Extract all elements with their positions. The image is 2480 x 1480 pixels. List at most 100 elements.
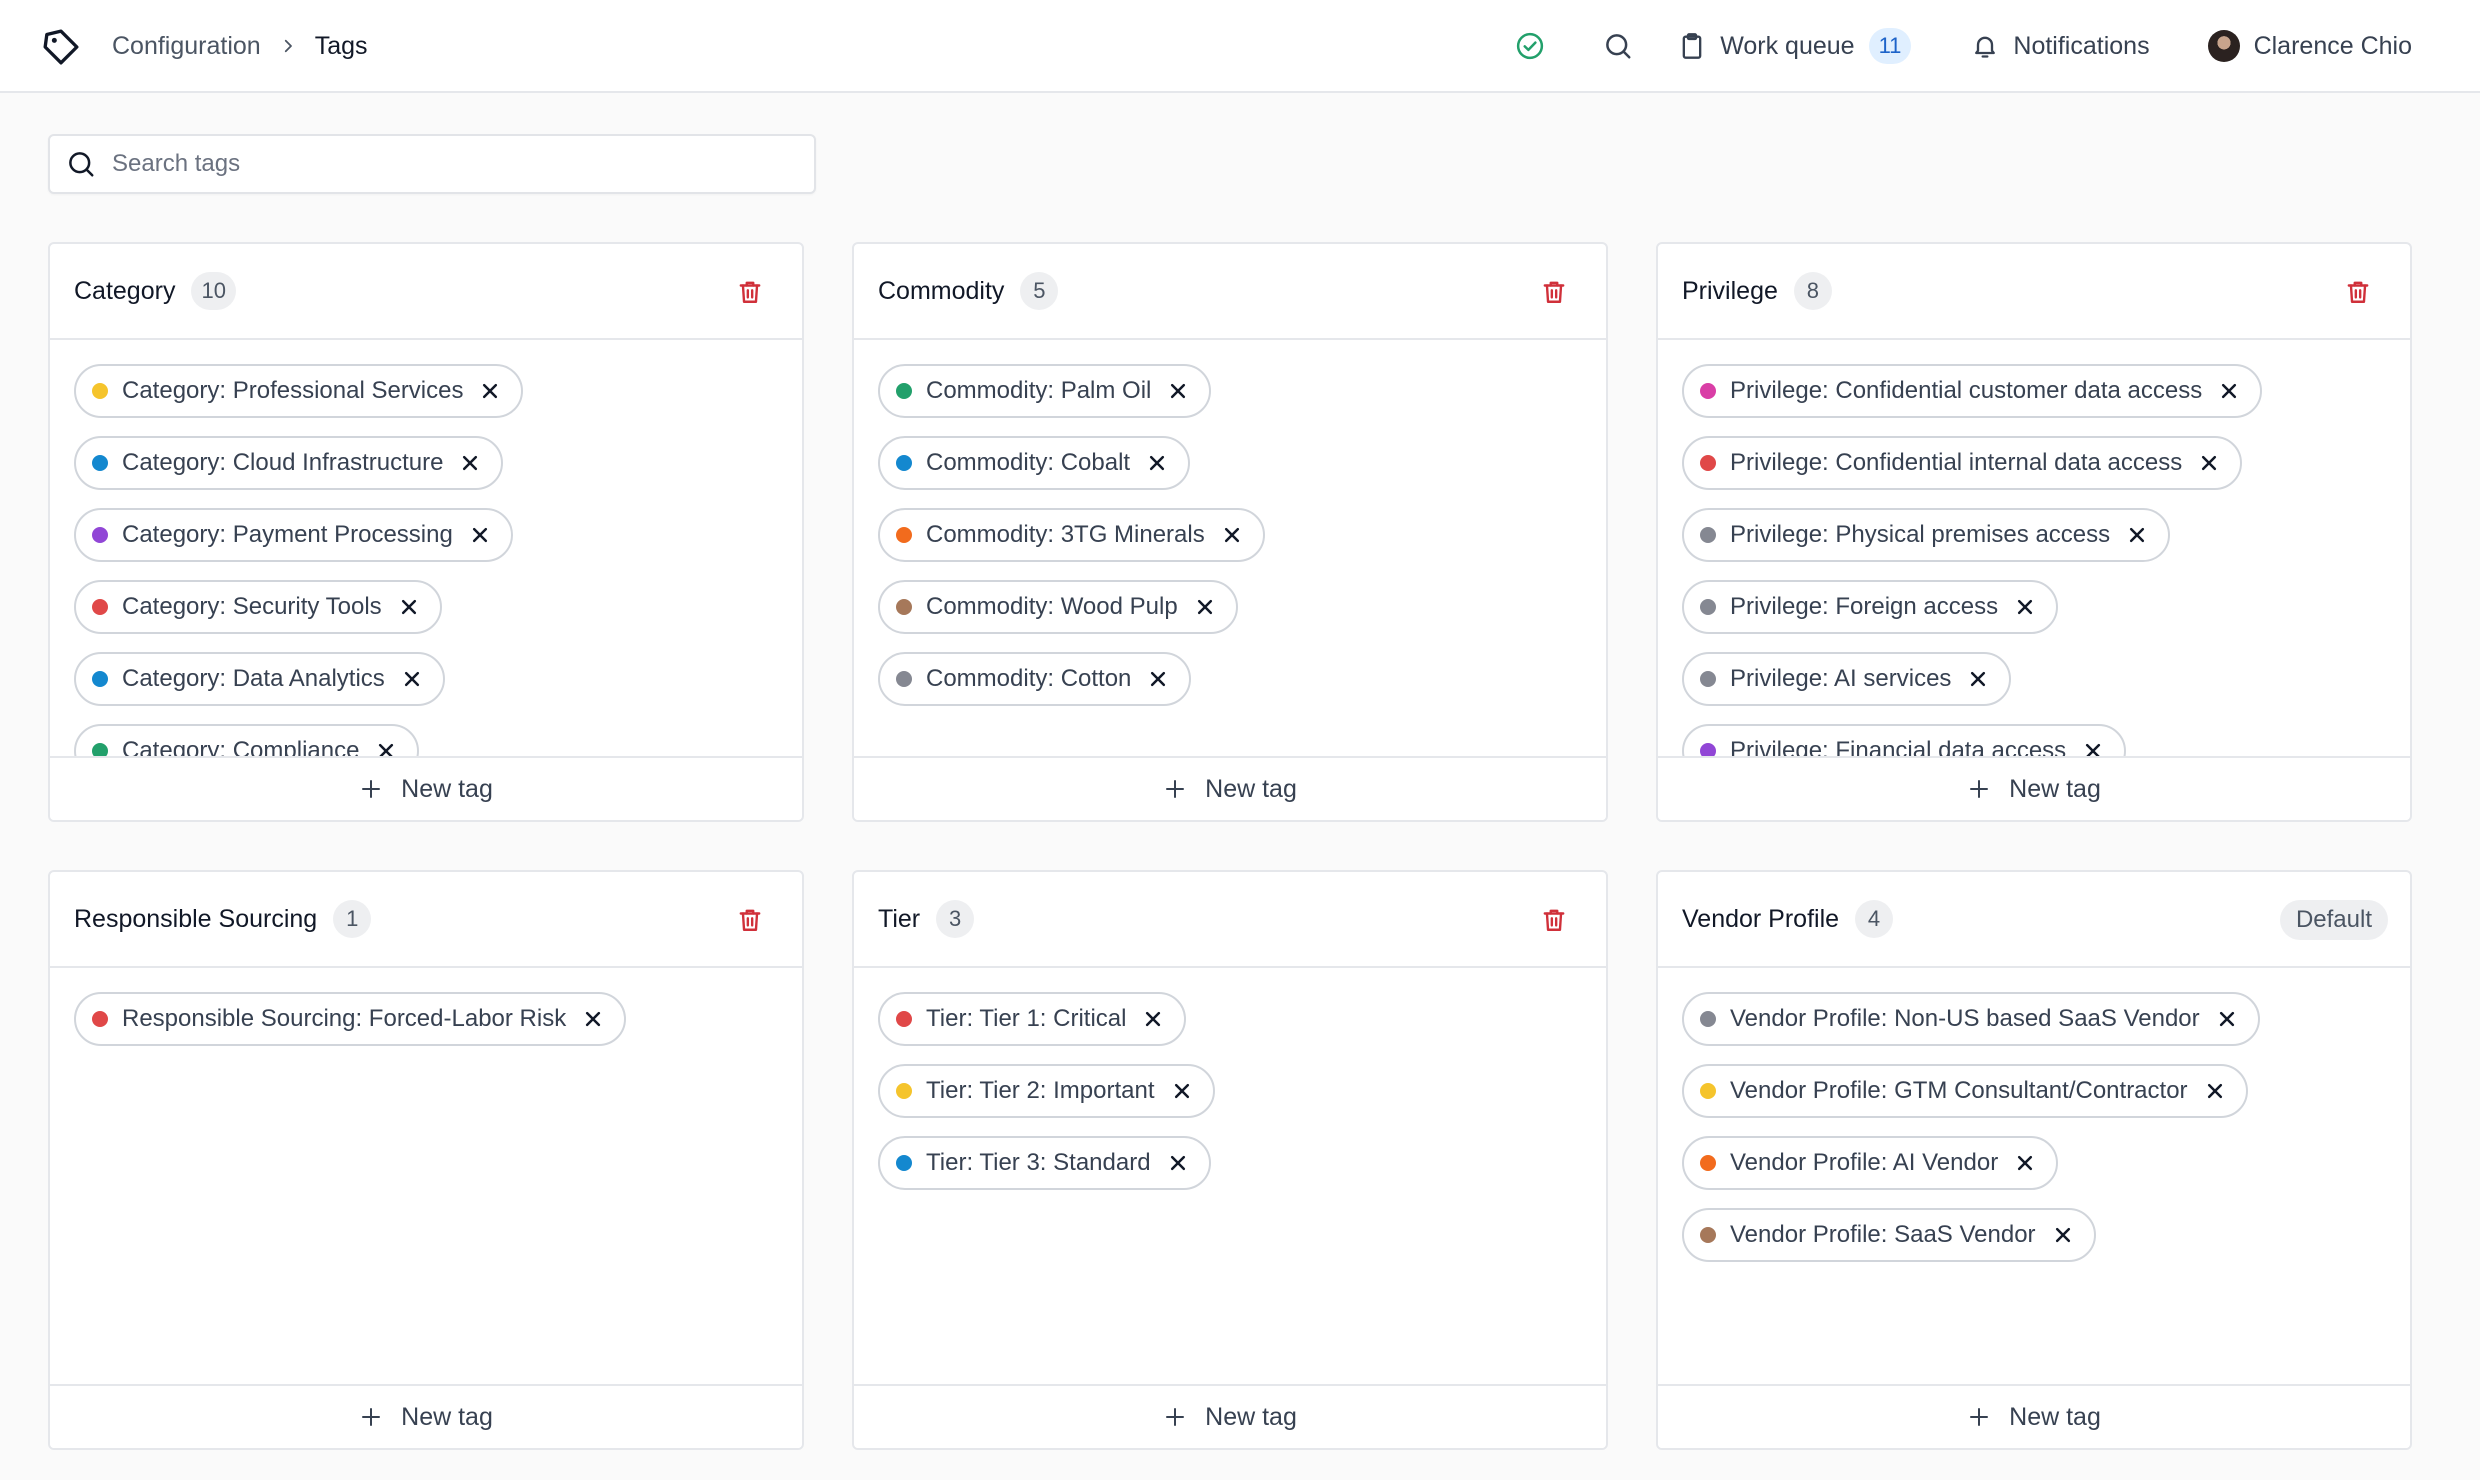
tag-chip[interactable]: Vendor Profile: GTM Consultant/Contracto…	[1682, 1064, 2248, 1118]
close-icon[interactable]	[1967, 668, 1989, 690]
breadcrumb-configuration[interactable]: Configuration	[112, 32, 261, 61]
tag-count-badge: 5	[1020, 272, 1059, 310]
tag-label: Vendor Profile: GTM Consultant/Contracto…	[1730, 1077, 2188, 1104]
user-menu-button[interactable]: Clarence Chio	[2202, 22, 2418, 70]
close-icon[interactable]	[1171, 1080, 1193, 1102]
tag-chip[interactable]: Vendor Profile: Non-US based SaaS Vendor	[1682, 992, 2260, 1046]
trash-icon[interactable]	[734, 276, 766, 308]
tag-chip[interactable]: Tier: Tier 2: Important	[878, 1064, 1215, 1118]
tag-label: Commodity: Wood Pulp	[926, 593, 1178, 620]
trash-icon[interactable]	[2342, 276, 2374, 308]
close-icon[interactable]	[1146, 452, 1168, 474]
new-tag-button[interactable]: New tag	[50, 1384, 802, 1448]
plus-icon	[359, 1405, 383, 1429]
close-icon[interactable]	[1221, 524, 1243, 546]
tag-label: Category: Data Analytics	[122, 665, 385, 692]
close-icon[interactable]	[2216, 1008, 2238, 1030]
tag-color-dot	[1700, 1083, 1716, 1099]
tag-chip[interactable]: Privilege: Financial data access	[1682, 724, 2127, 756]
tag-group-header: Commodity 5	[854, 244, 1606, 340]
close-icon[interactable]	[2052, 1224, 2074, 1246]
tag-chip[interactable]: Privilege: Foreign access	[1682, 580, 2059, 634]
trash-icon[interactable]	[1538, 276, 1570, 308]
tag-label: Privilege: Foreign access	[1730, 593, 1999, 620]
tag-color-dot	[1700, 1155, 1716, 1171]
trash-icon[interactable]	[1538, 904, 1570, 936]
close-icon[interactable]	[1147, 668, 1169, 690]
trash-icon[interactable]	[734, 904, 766, 936]
close-icon[interactable]	[2126, 524, 2148, 546]
close-icon[interactable]	[401, 668, 423, 690]
close-icon[interactable]	[2082, 740, 2104, 756]
tag-group-header: Responsible Sourcing 1	[50, 872, 802, 968]
tag-groups-grid: Category 10 Category: Professional Servi…	[48, 242, 2412, 1450]
tag-list: Vendor Profile: Non-US based SaaS Vendor…	[1658, 968, 2410, 1384]
tag-color-dot	[896, 383, 912, 399]
close-icon[interactable]	[1167, 380, 1189, 402]
tag-color-dot	[896, 1083, 912, 1099]
new-tag-button[interactable]: New tag	[1658, 756, 2410, 820]
close-icon[interactable]	[2198, 452, 2220, 474]
close-icon[interactable]	[1142, 1008, 1164, 1030]
tag-chip[interactable]: Responsible Sourcing: Forced-Labor Risk	[74, 992, 627, 1046]
tag-color-dot	[92, 1011, 108, 1027]
tag-chip[interactable]: Vendor Profile: SaaS Vendor	[1682, 1208, 2096, 1262]
tag-chip[interactable]: Category: Payment Processing	[74, 508, 513, 562]
tag-chip[interactable]: Commodity: Palm Oil	[878, 364, 1212, 418]
tag-count-badge: 8	[1793, 272, 1832, 310]
search-input[interactable]	[112, 150, 792, 178]
check-circle-icon[interactable]	[1506, 22, 1554, 70]
tag-list: Commodity: Palm Oil Commodity: Cobalt Comm…	[854, 340, 1606, 756]
tag-chip[interactable]: Commodity: Cotton	[878, 652, 1192, 706]
new-tag-button[interactable]: New tag	[854, 756, 1606, 820]
new-tag-button[interactable]: New tag	[50, 756, 802, 820]
close-icon[interactable]	[469, 524, 491, 546]
tag-chip[interactable]: Privilege: Physical premises access	[1682, 508, 2171, 562]
tag-color-dot	[1700, 383, 1716, 399]
tag-color-dot	[92, 599, 108, 615]
close-icon[interactable]	[1194, 596, 1216, 618]
close-icon[interactable]	[2218, 380, 2240, 402]
tag-chip[interactable]: Category: Security Tools	[74, 580, 442, 634]
new-tag-button[interactable]: New tag	[854, 1384, 1606, 1448]
tag-chip[interactable]: Category: Cloud Infrastructure	[74, 436, 504, 490]
work-queue-button[interactable]: Work queue 11	[1672, 22, 1917, 70]
tag-chip[interactable]: Vendor Profile: AI Vendor	[1682, 1136, 2059, 1190]
tag-group-card-privilege: Privilege 8 Privilege: Confidential cust…	[1656, 242, 2412, 822]
close-icon[interactable]	[398, 596, 420, 618]
tag-color-dot	[92, 383, 108, 399]
close-icon[interactable]	[2014, 1152, 2036, 1174]
tag-color-dot	[1700, 1227, 1716, 1243]
tag-color-dot	[896, 527, 912, 543]
new-tag-button[interactable]: New tag	[1658, 1384, 2410, 1448]
tag-chip[interactable]: Privilege: Confidential customer data ac…	[1682, 364, 2263, 418]
tag-chip[interactable]: Category: Professional Services	[74, 364, 524, 418]
tag-chip[interactable]: Category: Data Analytics	[74, 652, 445, 706]
close-icon[interactable]	[375, 740, 397, 756]
tag-color-dot	[1700, 455, 1716, 471]
tag-chip[interactable]: Commodity: 3TG Minerals	[878, 508, 1265, 562]
close-icon[interactable]	[582, 1008, 604, 1030]
close-icon[interactable]	[2204, 1080, 2226, 1102]
tag-label: Privilege: AI services	[1730, 665, 1952, 692]
close-icon[interactable]	[479, 380, 501, 402]
tag-chip[interactable]: Tier: Tier 1: Critical	[878, 992, 1187, 1046]
tag-chip[interactable]: Privilege: Confidential internal data ac…	[1682, 436, 2243, 490]
tag-chip[interactable]: Category: Compliance	[74, 724, 420, 756]
tag-label: Privilege: Financial data access	[1730, 737, 2067, 756]
tag-label: Tier: Tier 1: Critical	[926, 1005, 1127, 1032]
tag-chip[interactable]: Privilege: AI services	[1682, 652, 2012, 706]
tag-label: Tier: Tier 3: Standard	[926, 1149, 1151, 1176]
tag-logo-icon[interactable]	[38, 24, 84, 70]
tag-color-dot	[92, 455, 108, 471]
tag-chip[interactable]: Commodity: Wood Pulp	[878, 580, 1238, 634]
close-icon[interactable]	[2014, 596, 2036, 618]
tag-chip[interactable]: Tier: Tier 3: Standard	[878, 1136, 1211, 1190]
tag-group-title: Responsible Sourcing	[74, 904, 318, 933]
tag-chip[interactable]: Commodity: Cobalt	[878, 436, 1191, 490]
tag-label: Category: Professional Services	[122, 377, 464, 404]
notifications-button[interactable]: Notifications	[1965, 22, 2155, 70]
close-icon[interactable]	[459, 452, 481, 474]
close-icon[interactable]	[1167, 1152, 1189, 1174]
search-icon[interactable]	[1594, 22, 1642, 70]
